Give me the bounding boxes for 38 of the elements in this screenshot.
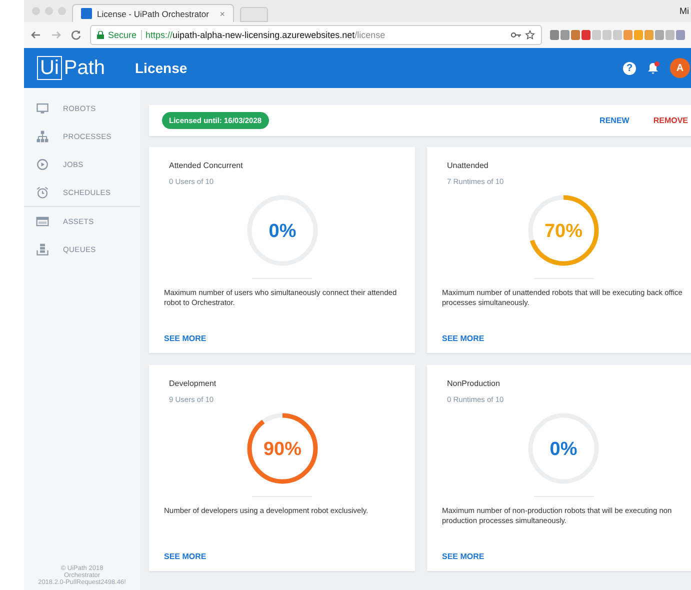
url-text: https://uipath-alpha-new-licensing.azurewebsites.net/license: [146, 30, 386, 40]
alarm-clock-icon: [36, 186, 49, 198]
secure-label: Secure: [108, 30, 142, 40]
percent-label: 70%: [544, 221, 583, 242]
see-more-link[interactable]: SEE MORE: [442, 552, 484, 561]
lock-icon: [97, 31, 104, 39]
help-button[interactable]: ?: [623, 62, 636, 74]
percent-label: 90%: [262, 439, 302, 460]
browser-tab[interactable]: License - UiPath Orchestrator ×: [72, 4, 234, 22]
card-title: Development: [168, 379, 218, 388]
profile-name[interactable]: Mi: [680, 6, 691, 16]
tab-close[interactable]: ×: [220, 8, 225, 18]
renew-button[interactable]: RENEW: [600, 116, 630, 125]
extension-icons[interactable]: [550, 29, 685, 41]
address-bar[interactable]: Secure https://uipath-alpha-new-licensing.azurewebsites.net/license: [90, 25, 542, 45]
page-title: License: [135, 60, 188, 76]
star-icon[interactable]: [525, 30, 535, 40]
monitor-icon: [36, 102, 49, 114]
card-title: NonProduction: [446, 379, 501, 388]
logo[interactable]: Ui Path: [37, 56, 135, 80]
see-more-link[interactable]: SEE MORE: [164, 552, 206, 561]
percent-label: 0%: [550, 439, 578, 460]
asset-icon: [36, 214, 49, 228]
card-title: Attended Concurrent: [168, 161, 244, 170]
remove-button[interactable]: REMOVE: [653, 116, 688, 125]
card-title: Unattended: [446, 161, 490, 170]
key-icon[interactable]: [511, 31, 521, 39]
percent-label: 0%: [268, 221, 296, 242]
back-icon[interactable]: [30, 29, 42, 41]
see-more-link[interactable]: SEE MORE: [442, 334, 484, 343]
queue-icon: [36, 242, 49, 256]
see-more-link[interactable]: SEE MORE: [164, 334, 206, 343]
notification-bell-icon[interactable]: [646, 61, 660, 75]
user-avatar[interactable]: A: [670, 58, 690, 78]
reload-icon[interactable]: [70, 29, 82, 41]
favicon-icon: [81, 8, 92, 19]
hierarchy-icon: [36, 130, 49, 142]
play-icon: [36, 158, 49, 170]
